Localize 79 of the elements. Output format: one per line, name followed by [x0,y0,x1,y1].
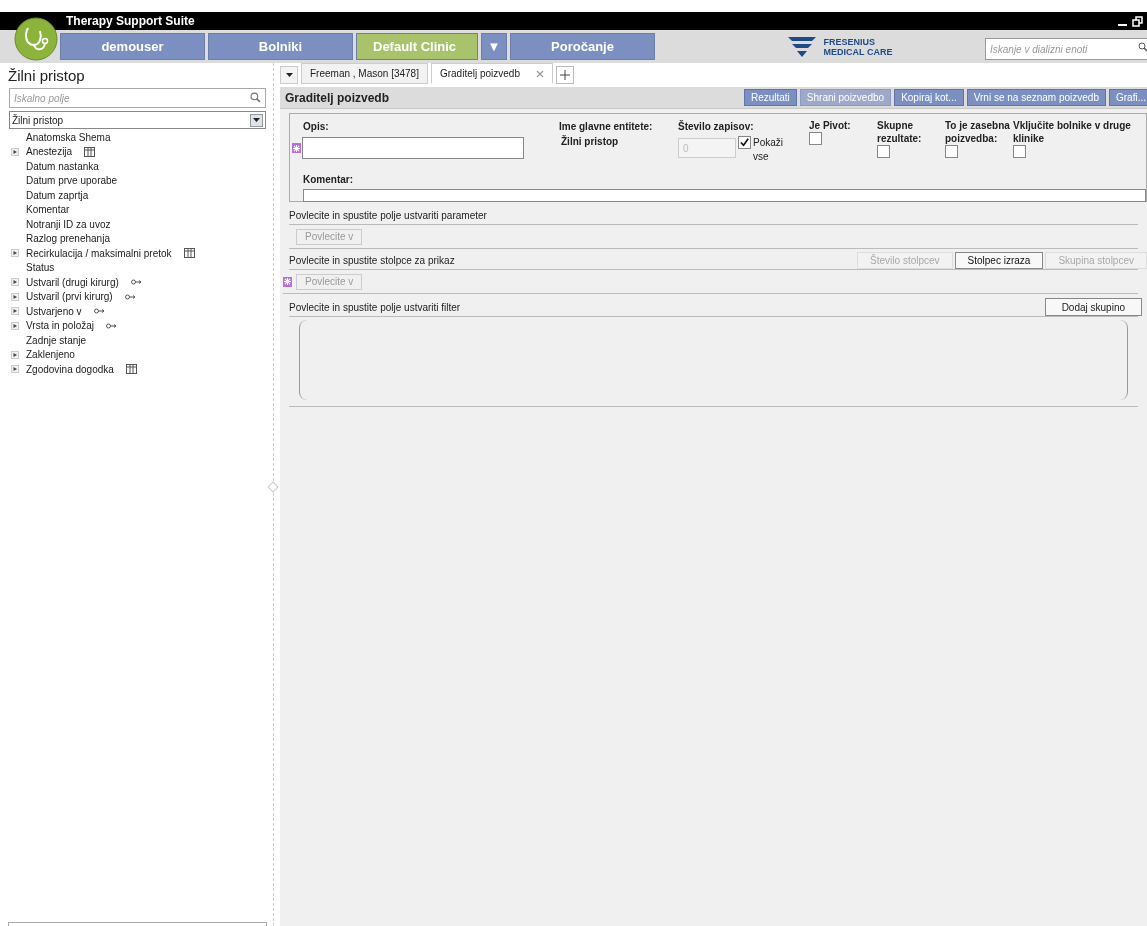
key-icon [93,308,105,315]
close-icon[interactable] [536,69,544,78]
tree-item[interactable]: Notranji ID za uvoz [26,216,111,232]
tree-item[interactable]: Razlog prenehanja [26,231,110,247]
tree-item[interactable]: Ustvaril (drugi kirurg) [26,274,119,290]
checkbox[interactable] [877,145,890,158]
unit-search-field[interactable]: Iskanje v dializni enoti [985,38,1147,60]
key-icon [130,279,142,286]
tree-item[interactable]: Ustvaril (prvi kirurg) [26,289,113,305]
expand-arrow-icon[interactable] [11,147,19,156]
restore-icon[interactable] [1132,15,1143,27]
required-icon [283,276,292,287]
search-icon[interactable] [250,92,261,103]
tree-item[interactable]: Datum nastanka [26,158,99,174]
expand-arrow-icon[interactable] [11,292,19,301]
expand-arrow-icon[interactable] [11,278,19,287]
section-title: Povlecite in spustite stolpce za prikaz [289,254,455,268]
checkbox[interactable] [738,136,751,149]
add-group-button[interactable]: Dodaj skupino [1044,298,1142,316]
stethoscope-logo-icon [14,17,58,61]
comment-field[interactable] [303,189,1146,202]
tree-item[interactable]: Zadnje stanje [26,332,87,348]
entity-value: Žilni pristop [561,134,620,149]
field-label: Skupne rezultate: [877,119,923,145]
tree-item[interactable]: Anestezija [26,144,73,160]
required-icon [292,143,301,153]
chevron-logo-icon [787,36,816,57]
tree-item[interactable]: Recirkulacija / maksimalni pretok [26,245,172,261]
tree-item[interactable]: Datum zaprtja [26,187,89,203]
add-tab-button[interactable] [556,66,574,84]
search-icon[interactable] [1138,41,1147,52]
entity-select[interactable]: Žilni pristop [9,111,266,129]
sidebar-search-field[interactable]: Iskalno polje [9,88,266,108]
logo-text: FRESENIUS [823,36,877,47]
section-title: Povlecite in spustite polje ustvariti filter [289,301,461,315]
expand-arrow-icon[interactable] [11,365,19,374]
tree-item[interactable]: Vrsta in položaj [26,318,94,334]
tree-item[interactable]: Ustvarjeno v [26,303,82,319]
tree-item[interactable]: Zgodovina dogodka [26,361,114,377]
expand-arrow-icon[interactable] [11,321,19,330]
window-title: Therapy Support Suite [66,13,195,30]
field-label: To je zasebna poizvedba: [945,119,1011,145]
tree-item[interactable]: Status [26,260,55,276]
expand-arrow-icon[interactable] [11,350,19,359]
tab-label[interactable]: Graditelj poizvedb [439,66,520,81]
tree-item[interactable]: Datum prve uporabe [26,173,118,189]
tree-item[interactable]: Anatomska Shema [26,129,111,145]
column-button[interactable]: Stolpec izraza [954,252,1044,269]
field-label: Ime glavne entitete: [559,120,654,134]
sidebar-title: Žilni pristop [8,67,86,85]
table-icon [84,146,96,157]
key-icon [106,322,117,329]
caret-icon [285,73,293,77]
tab-label[interactable]: Freeman , Mason [3478] [310,66,419,81]
field-label: Komentar: [303,173,354,187]
dropdown-icon[interactable] [250,113,263,127]
checkbox[interactable] [809,132,822,145]
checkbox[interactable] [1013,145,1026,158]
tree-item[interactable]: Komentar [26,202,70,218]
tree-item[interactable]: Zaklenjeno [26,347,75,363]
plus-icon [560,70,570,80]
field-label: Opis: [303,120,330,134]
field-label: Število zapisov: [678,119,755,134]
tab[interactable]: Freeman , Mason [3478] [301,63,428,84]
description-field[interactable] [302,137,524,159]
table-icon [125,364,137,375]
tab-menu-button[interactable] [280,66,298,84]
table-icon [183,248,195,259]
splitter-handle-icon[interactable] [267,481,279,493]
field-label: Vključite bolnike v druge klinike [1013,119,1132,145]
logo-text: MEDICAL CARE [823,46,893,57]
expand-arrow-icon[interactable] [11,249,19,258]
key-icon [124,293,136,300]
checkbox[interactable] [945,145,958,158]
field-label: Je Pivot: [809,119,852,132]
panel-title: Graditelj poizvedb [285,89,389,107]
expand-arrow-icon[interactable] [11,307,19,316]
section-title: Povlecite in spustite polje ustvariti parameter [289,210,487,221]
tab[interactable]: Graditelj poizvedb [430,63,553,84]
